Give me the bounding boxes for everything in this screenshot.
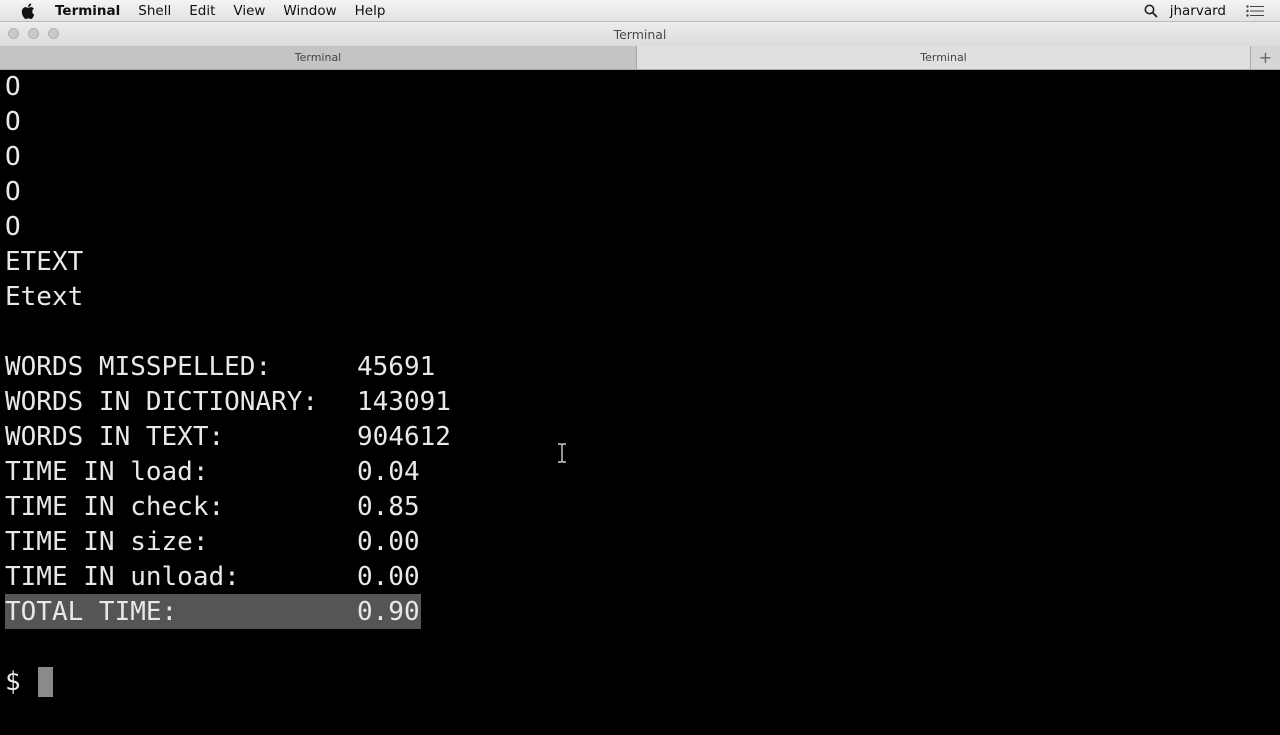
stat-row-words-misspelled: WORDS MISSPELLED: 45691 (5, 350, 435, 385)
menu-window[interactable]: Window (283, 3, 336, 19)
minimize-window-button[interactable] (28, 28, 39, 39)
stat-value: 904612 (357, 422, 451, 452)
tab-label: Terminal (294, 51, 342, 64)
stat-row-time-in-check: TIME IN check: 0.85 (5, 490, 420, 525)
stat-label: WORDS MISSPELLED: (5, 352, 272, 382)
tab-label: Terminal (920, 51, 967, 64)
ibeam-cursor-icon (556, 440, 568, 463)
list-icon[interactable] (1246, 4, 1264, 17)
tab-terminal-2[interactable]: Terminal (637, 46, 1250, 69)
output-line: Etext (5, 282, 84, 312)
tab-bar: Terminal Terminal + (0, 46, 1280, 70)
stat-label: WORDS IN DICTIONARY: (5, 387, 319, 417)
stat-value: 0.00 (357, 527, 420, 557)
stat-row-time-in-load: TIME IN load: 0.04 (5, 455, 420, 490)
close-window-button[interactable] (8, 28, 19, 39)
stat-row-time-in-unload: TIME IN unload: 0.00 (5, 560, 420, 595)
new-tab-button[interactable]: + (1250, 46, 1280, 69)
window-titlebar: Terminal (0, 22, 1280, 46)
stat-label: TOTAL TIME: (5, 597, 178, 627)
stat-value: 143091 (357, 387, 451, 417)
menu-app-terminal[interactable]: Terminal (55, 3, 120, 19)
stat-label: TIME IN size: (5, 527, 209, 557)
stat-row-total-time: TOTAL TIME: 0.90 (5, 595, 420, 630)
stat-label: TIME IN check: (5, 492, 225, 522)
output-line: O (5, 72, 21, 102)
menu-help[interactable]: Help (355, 3, 386, 19)
zoom-window-button[interactable] (48, 28, 59, 39)
menu-edit[interactable]: Edit (189, 3, 215, 19)
terminal-output[interactable]: O O O O O ETEXT Etext WORDS MISSPELLED: … (0, 70, 1280, 720)
stat-label: TIME IN load: (5, 457, 209, 487)
shell-prompt: $ (5, 667, 21, 697)
stat-value: 0.85 (357, 492, 420, 522)
stat-value: 0.90 (357, 597, 420, 627)
tab-terminal-1[interactable]: Terminal (0, 46, 637, 69)
output-line: O (5, 142, 21, 172)
text-cursor (38, 667, 53, 697)
window-title: Terminal (613, 26, 667, 42)
stat-row-time-in-size: TIME IN size: 0.00 (5, 525, 420, 560)
stat-row-words-in-dictionary: WORDS IN DICTIONARY: 143091 (5, 385, 451, 420)
stat-value: 0.00 (357, 562, 420, 592)
menu-extras: jharvard (1144, 3, 1264, 19)
user-name[interactable]: jharvard (1170, 3, 1226, 19)
stat-label: TIME IN unload: (5, 562, 240, 592)
stat-value: 45691 (357, 352, 436, 382)
menu-view[interactable]: View (233, 3, 265, 19)
stat-value: 0.04 (357, 457, 420, 487)
output-line: O (5, 107, 21, 137)
output-line: O (5, 177, 21, 207)
output-line: ETEXT (5, 247, 84, 277)
output-line: O (5, 212, 21, 242)
stat-label: WORDS IN TEXT: (5, 422, 225, 452)
window-controls (8, 28, 68, 39)
apple-icon[interactable] (21, 2, 35, 19)
menu-bar: Terminal Shell Edit View Window Help jha… (0, 0, 1280, 22)
plus-icon: + (1258, 48, 1273, 67)
search-icon[interactable] (1144, 4, 1158, 18)
menu-shell[interactable]: Shell (138, 3, 171, 19)
stat-row-words-in-text: WORDS IN TEXT: 904612 (5, 420, 451, 455)
